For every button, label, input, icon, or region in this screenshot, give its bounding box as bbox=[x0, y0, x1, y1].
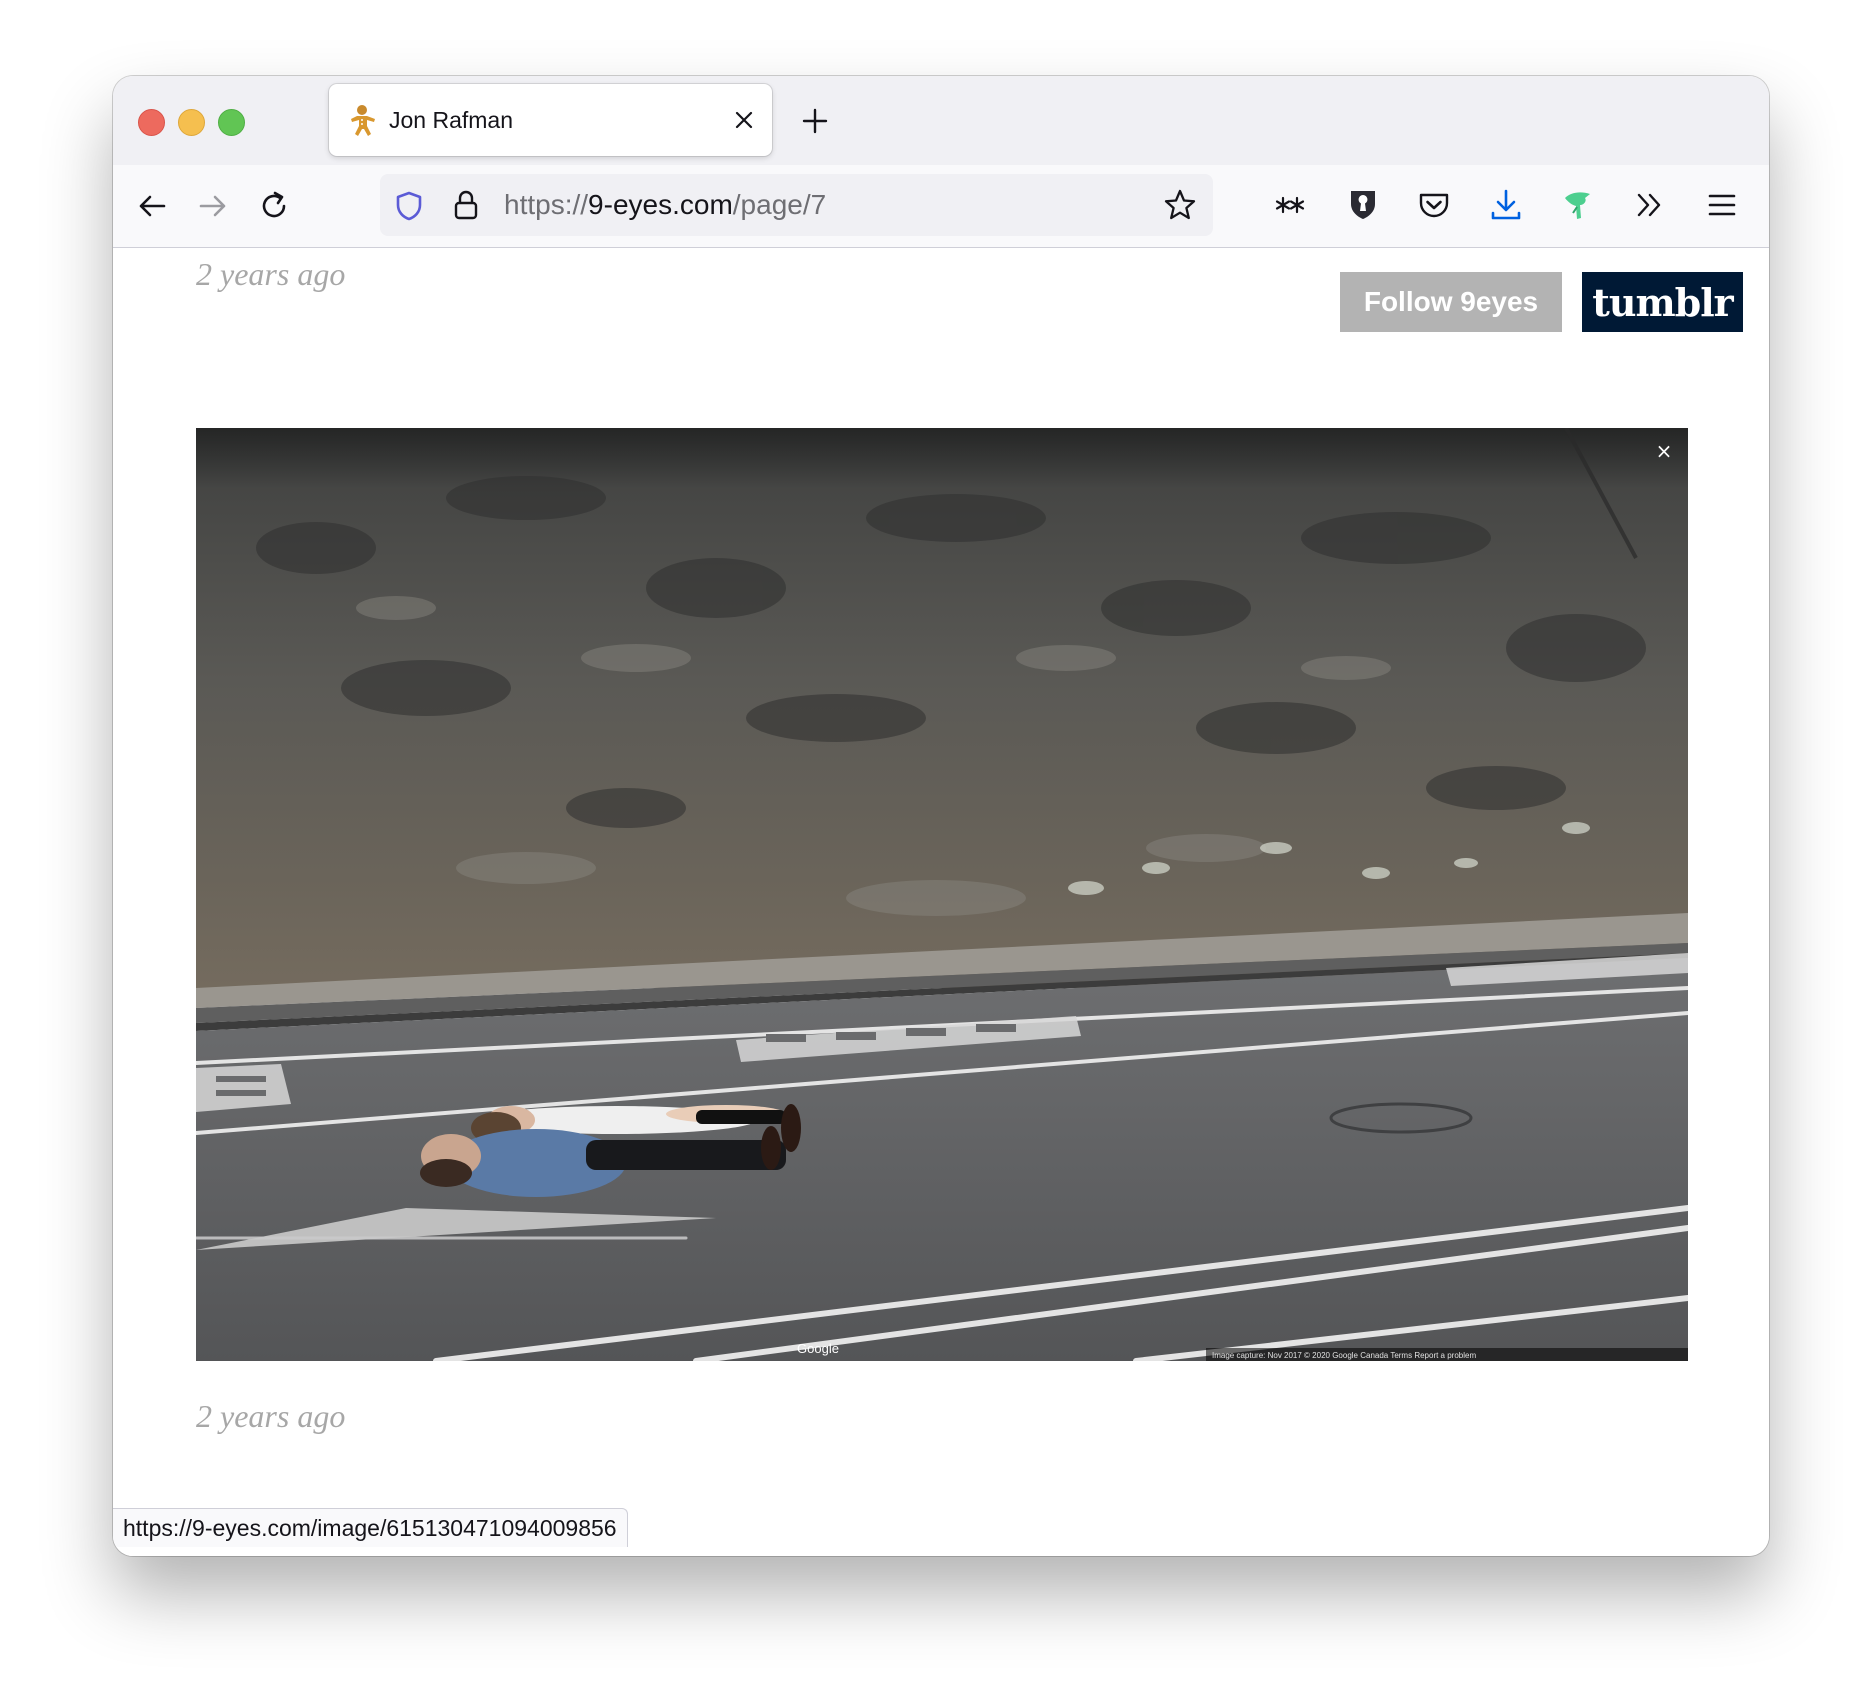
link-status-bar: https://9-eyes.com/image/615130471094009… bbox=[113, 1508, 628, 1547]
google-watermark: Google bbox=[797, 1341, 839, 1356]
browser-window: Jon Rafman https://9-eyes.com/page/7 2 y… bbox=[113, 76, 1769, 1556]
downloads-icon[interactable] bbox=[1487, 186, 1525, 224]
tab-strip: Jon Rafman bbox=[113, 76, 1769, 165]
close-tab-icon[interactable] bbox=[730, 106, 758, 134]
minimize-window-button[interactable] bbox=[178, 109, 205, 136]
gingerbread-man-icon bbox=[351, 105, 375, 136]
url-path: /page/7 bbox=[732, 189, 827, 220]
post-timestamp-top[interactable]: 2 years ago bbox=[196, 256, 345, 293]
bitwarden-shield-icon[interactable] bbox=[1344, 186, 1382, 224]
url-text[interactable]: https://9-eyes.com/page/7 bbox=[504, 189, 826, 221]
post-timestamp-bottom[interactable]: 2 years ago bbox=[196, 1398, 345, 1435]
street-view-photo[interactable]: Google Image capture: Nov 2017 © 2020 Go… bbox=[196, 428, 1688, 1361]
asterisk-extension-icon[interactable] bbox=[1271, 186, 1309, 224]
overflow-chevrons-icon[interactable] bbox=[1631, 186, 1669, 224]
url-host: 9-eyes.com bbox=[588, 189, 733, 220]
url-scheme: https:// bbox=[504, 189, 589, 220]
pocket-icon[interactable] bbox=[1415, 186, 1453, 224]
close-window-button[interactable] bbox=[138, 109, 165, 136]
tab-title: Jon Rafman bbox=[389, 107, 514, 133]
reload-icon[interactable] bbox=[256, 188, 292, 224]
new-tab-icon[interactable] bbox=[800, 106, 830, 136]
page-content: 2 years ago Follow 9eyes tumblr Google I… bbox=[113, 248, 1769, 1556]
bookmark-star-icon[interactable] bbox=[1163, 188, 1197, 222]
forward-arrow-icon[interactable] bbox=[195, 188, 231, 224]
follow-9eyes-button[interactable]: Follow 9eyes bbox=[1340, 272, 1562, 332]
photo-credits: Image capture: Nov 2017 © 2020 Google Ca… bbox=[1212, 1351, 1476, 1360]
zoom-window-button[interactable] bbox=[218, 109, 245, 136]
tracking-protection-shield-icon[interactable] bbox=[394, 190, 424, 222]
lock-icon[interactable] bbox=[452, 189, 480, 221]
tumblr-logo-button[interactable]: tumblr bbox=[1582, 272, 1743, 332]
photo-close-icon[interactable]: × bbox=[1656, 439, 1673, 463]
address-bar[interactable]: https://9-eyes.com/page/7 bbox=[380, 174, 1213, 236]
navigation-toolbar: https://9-eyes.com/page/7 bbox=[113, 165, 1769, 248]
tab-jon-rafman[interactable]: Jon Rafman bbox=[329, 84, 772, 156]
back-arrow-icon[interactable] bbox=[134, 188, 170, 224]
green-bird-extension-icon[interactable] bbox=[1559, 186, 1597, 224]
hamburger-menu-icon[interactable] bbox=[1703, 186, 1741, 224]
